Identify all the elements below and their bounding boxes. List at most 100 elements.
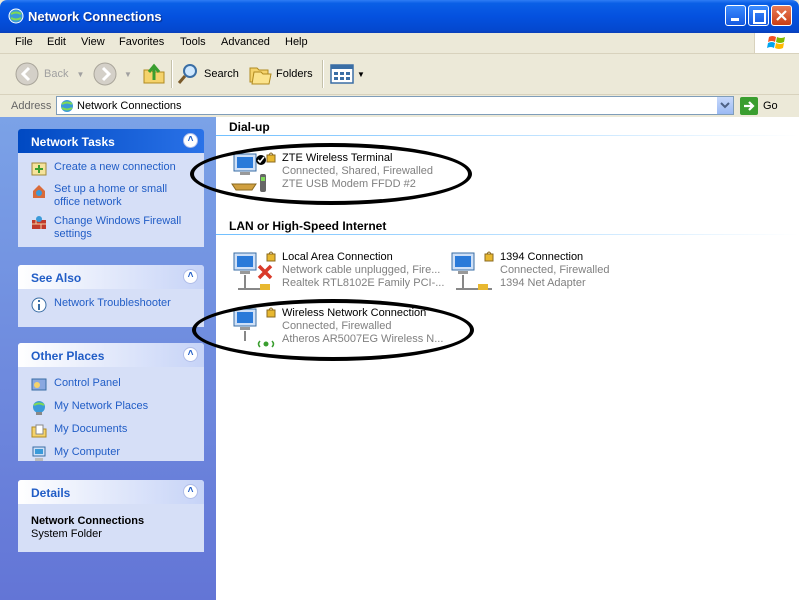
network-connections-icon: [61, 100, 73, 112]
other-places-panel: Other Places ˄ Control Panel My Network …: [18, 343, 204, 461]
home-network-icon: [31, 183, 47, 199]
details-panel: Details ˄ Network Connections System Fol…: [18, 480, 204, 552]
task-firewall-label: Change Windows Firewall settings: [54, 215, 182, 240]
search-label: Search: [204, 68, 239, 80]
address-input[interactable]: Network Connections: [56, 96, 734, 115]
minimize-icon: [731, 18, 739, 21]
collapse-icon[interactable]: ˄: [183, 133, 198, 148]
toolbar-separator: [322, 60, 324, 88]
task-create-connection[interactable]: Create a new connection: [31, 161, 196, 177]
group-dialup-title: Dial-up: [229, 120, 270, 134]
window-title: Network Connections: [28, 9, 162, 24]
address-bar: Address Network Connections Go: [0, 95, 799, 117]
maximize-button[interactable]: [748, 5, 769, 26]
control-panel-label: Control Panel: [54, 377, 121, 389]
menu-view[interactable]: View: [81, 36, 105, 48]
other-places-header[interactable]: Other Places ˄: [18, 343, 204, 367]
link-my-network-places[interactable]: My Network Places: [31, 400, 196, 416]
close-button[interactable]: [771, 5, 792, 26]
menu-file[interactable]: File: [15, 36, 33, 48]
see-also-title: See Also: [31, 271, 82, 285]
see-also-header[interactable]: See Also ˄: [18, 265, 204, 289]
info-icon: [31, 297, 47, 313]
details-type: System Folder: [31, 528, 102, 540]
menu-favorites[interactable]: Favorites: [119, 36, 164, 48]
close-icon: [776, 10, 787, 21]
task-home-network[interactable]: Set up a home or small office network: [31, 183, 196, 209]
connections-list: Dial-up ZTE Wireless Terminal Connected,: [190, 117, 799, 600]
collapse-icon[interactable]: ˄: [183, 484, 198, 499]
group-divider: [216, 234, 799, 235]
my-documents-icon: [31, 423, 47, 439]
menu-advanced[interactable]: Advanced: [221, 36, 270, 48]
task-create-connection-label: Create a new connection: [54, 161, 176, 173]
address-dropdown-button[interactable]: [716, 97, 733, 114]
up-folder-icon: [143, 63, 165, 84]
details-name: Network Connections: [31, 515, 145, 527]
link-my-computer[interactable]: My Computer: [31, 446, 196, 462]
task-firewall[interactable]: Change Windows Firewall settings: [31, 215, 196, 241]
views-dropdown-icon[interactable]: ▼: [357, 70, 365, 79]
explorer-window: Network Connections File Edit View Favor…: [0, 0, 799, 600]
address-label: Address: [11, 100, 52, 112]
details-header[interactable]: Details ˄: [18, 480, 204, 504]
title-bar[interactable]: Network Connections: [0, 0, 799, 33]
content-area: Network Tasks ˄ Create a new connection: [0, 117, 799, 600]
details-title: Details: [31, 486, 71, 500]
maximize-icon: [753, 10, 766, 24]
new-connection-icon: [31, 161, 47, 177]
network-tasks-panel: Network Tasks ˄ Create a new connection: [18, 129, 204, 247]
windows-flag-icon: [767, 36, 785, 49]
link-control-panel[interactable]: Control Panel: [31, 377, 196, 393]
connection-1394[interactable]: 1394 Connection Connected, Firewalled 13…: [448, 249, 678, 299]
ieee-device: 1394 Net Adapter: [500, 277, 586, 289]
menu-edit[interactable]: Edit: [47, 36, 66, 48]
folders-button[interactable]: Folders: [248, 60, 313, 88]
task-pane: Network Tasks ˄ Create a new connection: [0, 117, 216, 600]
link-network-troubleshooter[interactable]: Network Troubleshooter: [31, 297, 196, 313]
menu-help[interactable]: Help: [285, 36, 308, 48]
go-label: Go: [763, 100, 778, 112]
see-also-panel: See Also ˄ Network Troubleshooter: [18, 265, 204, 327]
link-my-documents[interactable]: My Documents: [31, 423, 196, 439]
collapse-icon[interactable]: ˄: [183, 269, 198, 284]
task-home-network-label: Set up a home or small office network: [54, 183, 168, 208]
chevron-down-icon: [720, 102, 730, 109]
minimize-button[interactable]: [725, 5, 746, 26]
lan-connection-icon: [233, 251, 276, 290]
control-panel-icon: [31, 377, 47, 393]
lan-name: Local Area Connection: [282, 251, 393, 263]
my-computer-label: My Computer: [54, 446, 121, 458]
collapse-icon[interactable]: ˄: [183, 347, 198, 362]
ieee-status: Connected, Firewalled: [500, 264, 610, 276]
back-button[interactable]: Back ▼: [14, 60, 84, 88]
menu-bar: File Edit View Favorites Tools Advanced …: [0, 33, 799, 54]
other-places-title: Other Places: [31, 349, 105, 363]
ieee-name: 1394 Connection: [500, 251, 584, 263]
windows-logo: [754, 33, 799, 53]
menu-tools[interactable]: Tools: [180, 36, 206, 48]
group-divider: [216, 135, 799, 136]
network-tasks-body: Create a new connection Set up a home or…: [18, 153, 204, 255]
network-tasks-header[interactable]: Network Tasks ˄: [18, 129, 204, 153]
my-computer-icon: [31, 446, 47, 462]
connection-local-area[interactable]: Local Area Connection Network cable unpl…: [230, 249, 460, 299]
network-globe-icon: [8, 8, 24, 24]
address-value: Network Connections: [77, 100, 182, 112]
folders-icon: [249, 67, 272, 85]
lan-device: Realtek RTL8102E Family PCI-...: [282, 277, 445, 289]
highlight-oval: [192, 299, 474, 361]
views-button[interactable]: ▼: [330, 60, 365, 88]
back-dropdown-icon[interactable]: ▼: [76, 70, 84, 79]
my-documents-label: My Documents: [54, 423, 128, 435]
toolbar-separator: [171, 60, 173, 88]
forward-dropdown-icon[interactable]: ▼: [124, 70, 132, 79]
see-also-body: Network Troubleshooter: [18, 289, 204, 327]
search-button[interactable]: Search: [176, 60, 239, 88]
go-button[interactable]: Go: [740, 97, 778, 115]
1394-connection-icon: [451, 251, 494, 290]
forward-button[interactable]: ▼: [92, 60, 132, 88]
back-arrow-icon: [15, 62, 39, 86]
lan-status: Network cable unplugged, Fire...: [282, 264, 441, 276]
up-folder-button[interactable]: [142, 60, 166, 88]
